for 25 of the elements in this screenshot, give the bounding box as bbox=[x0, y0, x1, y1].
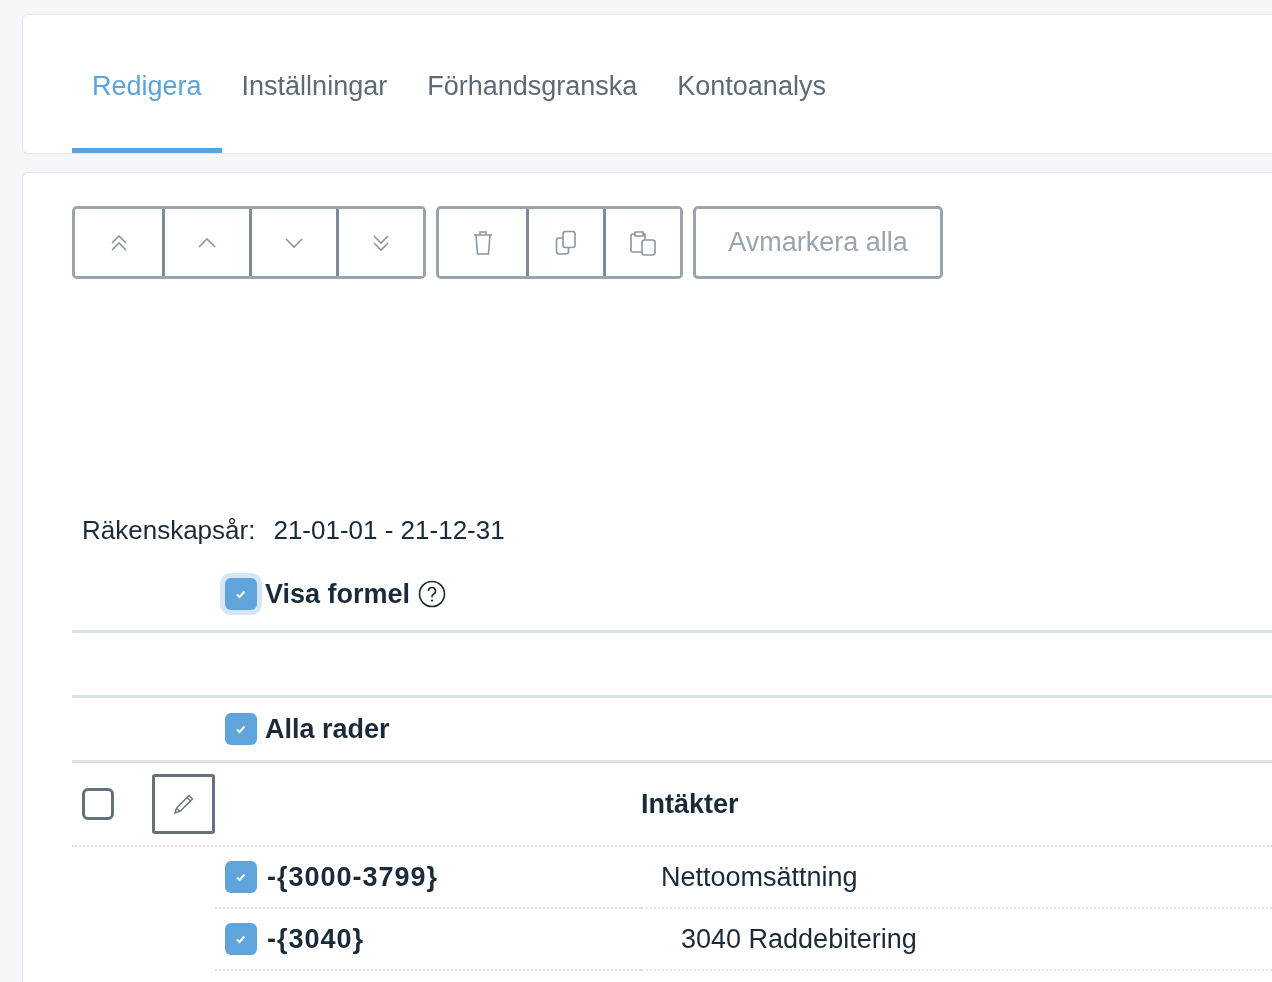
account-label: Nettoomsättning bbox=[661, 861, 858, 893]
chevron-up-icon bbox=[196, 236, 218, 249]
edit-button[interactable] bbox=[152, 774, 215, 834]
formula-text: -{3040} bbox=[267, 923, 365, 955]
chevron-down-icon bbox=[283, 236, 305, 249]
tab[interactable]: Förhandsgranska bbox=[407, 71, 658, 153]
all-rows-label: Alla rader bbox=[265, 713, 390, 745]
move-to-bottom-button[interactable] bbox=[336, 209, 423, 276]
trash-icon bbox=[471, 229, 494, 256]
clipboard-icon bbox=[629, 229, 657, 256]
fiscal-year-label: Räkenskapsår: bbox=[82, 515, 256, 546]
fiscal-year-value: 21-01-01 - 21-12-31 bbox=[273, 515, 505, 546]
account-label: 3040 Raddebitering bbox=[681, 923, 917, 955]
checkbox[interactable] bbox=[82, 788, 114, 820]
checkbox[interactable] bbox=[225, 861, 257, 893]
tab[interactable]: Kontoanalys bbox=[657, 71, 846, 153]
checkbox[interactable] bbox=[225, 713, 257, 745]
show-formula-label: Visa formel bbox=[265, 578, 411, 610]
paste-button[interactable] bbox=[603, 209, 680, 276]
formula-text: -{3000-3799} bbox=[267, 861, 439, 893]
section-title: Intäkter bbox=[641, 788, 739, 820]
tab[interactable]: Inställningar bbox=[221, 71, 408, 153]
copy-icon bbox=[554, 229, 578, 256]
checkbox[interactable] bbox=[225, 923, 257, 955]
help-icon[interactable] bbox=[418, 580, 447, 608]
